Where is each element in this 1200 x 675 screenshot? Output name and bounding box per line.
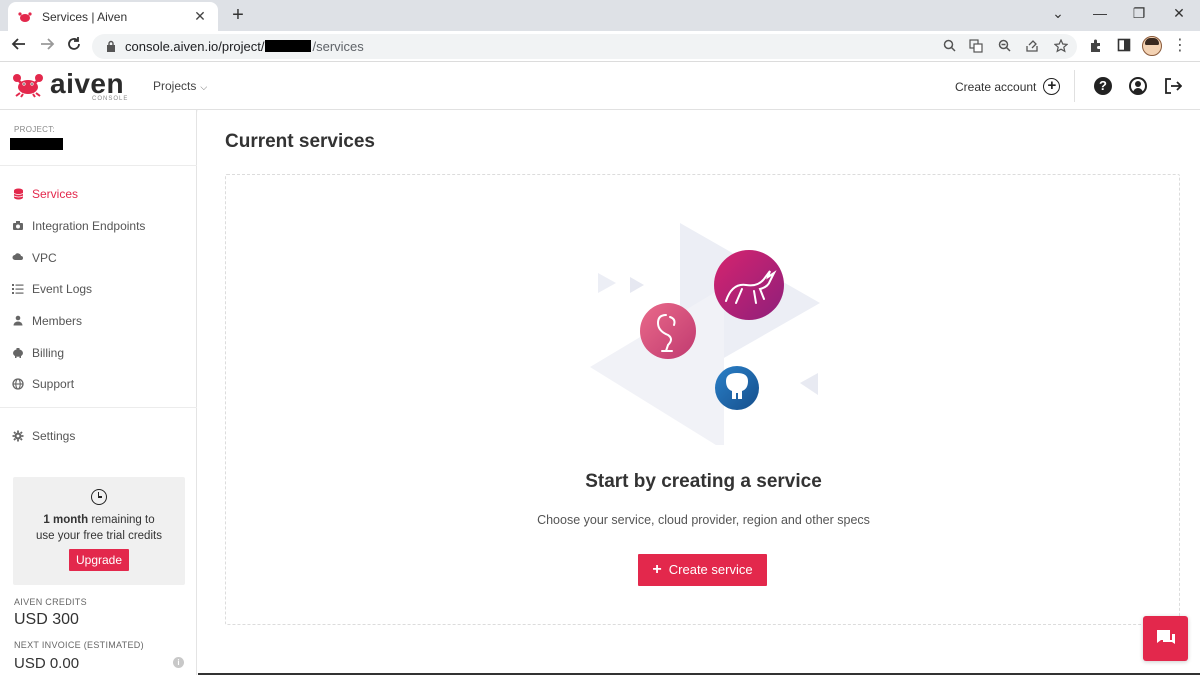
trial-credits-card: 1 month remaining to use your free trial… xyxy=(13,477,185,585)
crab-logo-icon xyxy=(13,74,43,98)
globe-icon xyxy=(12,378,24,390)
redacted-project-name[interactable] xyxy=(10,138,63,150)
gear-icon xyxy=(12,430,24,442)
side-panel-icon[interactable] xyxy=(1115,38,1133,56)
info-icon[interactable]: i xyxy=(173,657,184,668)
brand-subtitle: CONSOLE xyxy=(92,96,129,102)
browser-menu-icon[interactable]: ⋮ xyxy=(1172,37,1188,55)
upgrade-button[interactable]: Upgrade xyxy=(69,549,129,571)
forward-arrow-icon[interactable] xyxy=(36,36,58,56)
invoice-label: NEXT INVOICE (ESTIMATED) xyxy=(14,640,144,650)
address-bar[interactable]: console.aiven.io/project//services xyxy=(92,34,1077,59)
browser-tab-strip: Services | Aiven ✕ + ⌄ — ❐ ✕ xyxy=(0,0,1200,31)
plus-circle-icon: + xyxy=(1043,78,1061,95)
browser-toolbar: console.aiven.io/project//services ⋮ xyxy=(0,31,1200,62)
projects-label: Projects xyxy=(153,79,197,93)
project-label: PROJECT: xyxy=(14,125,56,134)
divider xyxy=(0,407,197,408)
create-service-button[interactable]: + Create service xyxy=(638,554,767,586)
chat-icon xyxy=(1157,630,1175,644)
create-account-label: Create account xyxy=(955,79,1037,94)
sidebar-item-label: Services xyxy=(32,187,79,201)
share-icon[interactable] xyxy=(1024,39,1040,55)
database-icon xyxy=(12,188,24,200)
sidebar-item-services[interactable]: Services xyxy=(12,185,78,203)
url-text: console.aiven.io/project//services xyxy=(125,39,364,54)
sidebar-item-label: VPC xyxy=(32,251,57,265)
sidebar: PROJECT: Services Integration Endpoints … xyxy=(0,110,197,675)
sidebar-item-settings[interactable]: Settings xyxy=(12,427,75,445)
search-icon[interactable] xyxy=(941,39,957,55)
aiven-favicon-icon xyxy=(18,11,32,22)
browser-tab[interactable]: Services | Aiven ✕ xyxy=(8,2,218,31)
header-divider xyxy=(1074,70,1075,102)
divider xyxy=(0,165,197,166)
minimize-button[interactable]: — xyxy=(1085,4,1115,22)
empty-state-title: Start by creating a service xyxy=(585,471,822,492)
trial-message: 1 month remaining to use your free trial… xyxy=(36,514,162,542)
page-title: Current services xyxy=(225,131,375,152)
create-service-label: Create service xyxy=(668,562,753,577)
plug-icon xyxy=(12,220,24,232)
plus-icon: + xyxy=(652,561,662,578)
logout-icon[interactable] xyxy=(1164,77,1183,95)
new-tab-button[interactable]: + xyxy=(228,4,248,26)
credits-label: AIVEN CREDITS xyxy=(14,597,87,607)
sidebar-item-label: Members xyxy=(32,314,83,328)
sidebar-item-support[interactable]: Support xyxy=(12,375,74,393)
redacted-project-id xyxy=(265,40,312,52)
cloud-icon xyxy=(12,252,24,264)
tab-close-icon[interactable]: ✕ xyxy=(192,8,208,25)
lock-icon xyxy=(107,40,115,52)
users-icon xyxy=(12,315,24,327)
credits-value: USD 300 xyxy=(14,611,79,628)
translate-icon[interactable] xyxy=(968,39,984,55)
empty-state-card: Start by creating a service Choose your … xyxy=(225,174,1180,625)
create-account-button[interactable]: Create account + xyxy=(955,78,1061,95)
bookmark-star-icon[interactable] xyxy=(1053,38,1069,55)
clock-icon xyxy=(91,489,107,505)
tab-search-icon[interactable]: ⌄ xyxy=(1043,4,1073,22)
sidebar-item-label: Billing xyxy=(32,346,65,360)
zoom-icon[interactable] xyxy=(996,39,1012,55)
services-illustration xyxy=(590,223,820,445)
piggy-bank-icon xyxy=(12,347,24,359)
sidebar-item-label: Event Logs xyxy=(32,282,93,296)
chevron-down-icon: ⌵ xyxy=(200,82,208,92)
projects-dropdown[interactable]: Projects ⌵ xyxy=(153,79,207,93)
close-window-button[interactable]: ✕ xyxy=(1164,4,1194,22)
reload-icon[interactable] xyxy=(63,36,85,56)
restore-button[interactable]: ❐ xyxy=(1124,4,1154,22)
invoice-value: USD 0.00 xyxy=(14,655,80,672)
sidebar-item-members[interactable]: Members xyxy=(12,312,82,330)
list-icon xyxy=(12,283,24,295)
app-header: aiven CONSOLE Projects ⌵ Create account +… xyxy=(0,62,1200,110)
sidebar-item-event-logs[interactable]: Event Logs xyxy=(12,280,92,298)
help-icon[interactable]: ? xyxy=(1094,77,1112,95)
sidebar-item-label: Support xyxy=(32,377,75,391)
tab-title: Services | Aiven xyxy=(42,9,128,24)
sidebar-item-billing[interactable]: Billing xyxy=(12,344,64,362)
extensions-puzzle-icon[interactable] xyxy=(1087,38,1105,56)
sidebar-item-label: Settings xyxy=(32,429,76,443)
aiven-logo[interactable]: aiven CONSOLE xyxy=(12,68,127,106)
profile-avatar[interactable] xyxy=(1142,36,1162,56)
back-arrow-icon[interactable] xyxy=(8,36,30,56)
user-account-icon[interactable] xyxy=(1129,77,1147,95)
sidebar-item-vpc[interactable]: VPC xyxy=(12,249,57,267)
chat-support-button[interactable] xyxy=(1143,616,1188,661)
sidebar-item-integration-endpoints[interactable]: Integration Endpoints xyxy=(12,217,145,235)
empty-state-subtitle: Choose your service, cloud provider, reg… xyxy=(537,513,870,527)
sidebar-item-label: Integration Endpoints xyxy=(32,219,146,233)
main-content: Current services Start by creating a ser… xyxy=(198,110,1200,675)
